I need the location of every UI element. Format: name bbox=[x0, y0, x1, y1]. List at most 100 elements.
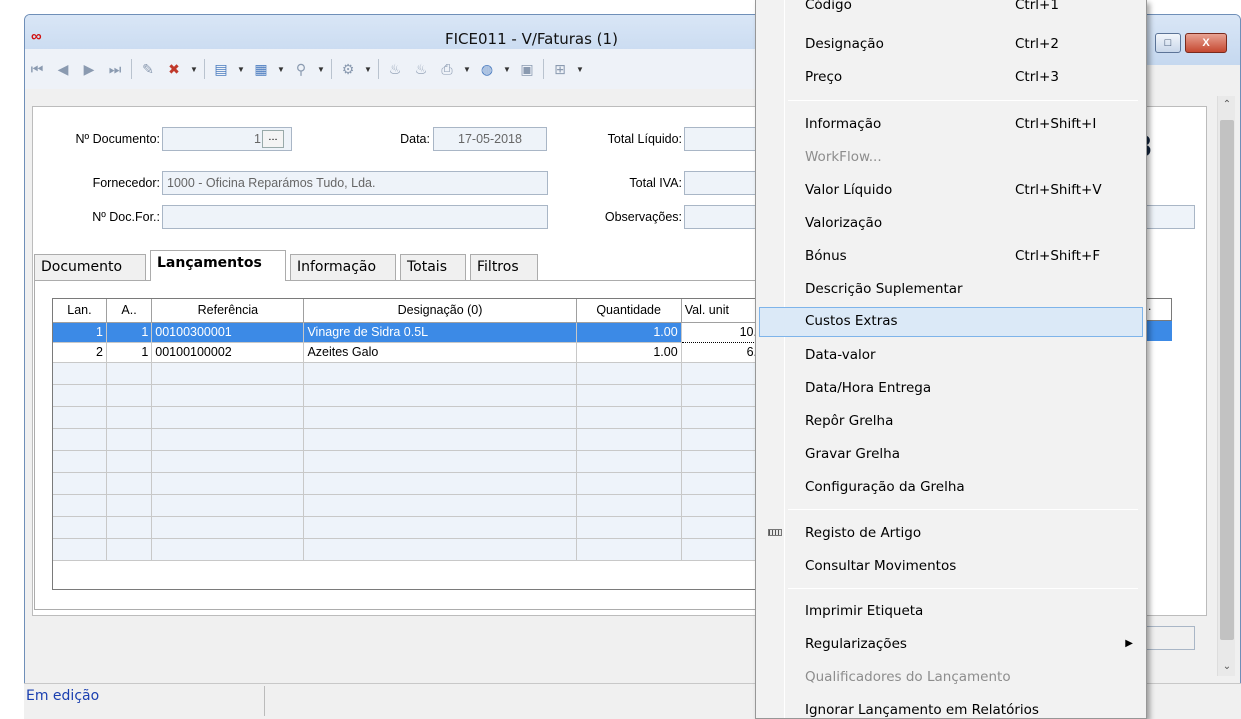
tab-lancamentos[interactable]: Lançamentos bbox=[150, 250, 286, 281]
col-header-val-unit[interactable]: Val. unit bbox=[681, 299, 761, 323]
menu-item-consultar-movimentos[interactable]: Consultar Movimentos bbox=[759, 552, 1143, 582]
cell-referencia[interactable]: 00100300001 bbox=[151, 322, 305, 343]
edit-icon[interactable]: ▤ bbox=[211, 59, 231, 79]
tree-icon[interactable]: ⊞ bbox=[550, 59, 570, 79]
table-row-empty[interactable] bbox=[53, 384, 761, 407]
cell-designacao[interactable]: Azeites Galo bbox=[303, 342, 577, 363]
search-binoculars-icon[interactable]: ⚲ bbox=[291, 59, 311, 79]
menu-item-registo-artigo[interactable]: Registo de Artigo bbox=[759, 519, 1143, 549]
col-header-designacao[interactable]: Designação (0) bbox=[303, 299, 577, 323]
chevron-down-icon[interactable]: ▼ bbox=[576, 65, 584, 74]
chevron-down-icon[interactable]: ▼ bbox=[317, 65, 325, 74]
menu-item-preco[interactable]: Preço Ctrl+3 bbox=[759, 63, 1143, 93]
menu-item-valor-liquido[interactable]: Valor Líquido Ctrl+Shift+V bbox=[759, 176, 1143, 206]
table-row-empty[interactable] bbox=[53, 406, 761, 429]
menu-shortcut: Ctrl+Shift+I bbox=[1015, 116, 1097, 132]
menu-item-imprimir-etiqueta[interactable]: Imprimir Etiqueta bbox=[759, 597, 1143, 627]
last-record-icon[interactable]: ⏭ bbox=[105, 59, 125, 79]
date-field[interactable]: 17-05-2018 bbox=[433, 127, 547, 151]
total-net-field[interactable] bbox=[684, 127, 764, 151]
cell-quantidade[interactable]: 1.00 bbox=[576, 322, 682, 343]
menu-item-codigo[interactable]: Código Ctrl+1 bbox=[759, 0, 1143, 21]
export-icon[interactable]: ▣ bbox=[517, 59, 537, 79]
col-header-quantidade[interactable]: Quantidade bbox=[576, 299, 682, 323]
cell-designacao[interactable]: Vinagre de Sidra 0.5L bbox=[303, 322, 577, 343]
chevron-down-icon[interactable]: ▼ bbox=[237, 65, 245, 74]
scroll-up-icon[interactable]: ⌃ bbox=[1218, 96, 1236, 114]
menu-item-designacao[interactable]: Designação Ctrl+2 bbox=[759, 30, 1143, 60]
cell-val-unit[interactable]: 10. bbox=[680, 321, 761, 343]
barcode-icon bbox=[768, 529, 782, 536]
menu-item-valorizacao[interactable]: Valorização bbox=[759, 209, 1143, 239]
menu-item-regularizacoes[interactable]: Regularizações ▶ bbox=[759, 630, 1143, 660]
col-header-a[interactable]: A.. bbox=[106, 299, 153, 323]
delete-icon[interactable]: ✖ bbox=[164, 59, 184, 79]
stamp-down-icon[interactable]: ♨ bbox=[411, 59, 431, 79]
table-row-empty[interactable] bbox=[53, 494, 761, 517]
globe-icon[interactable]: ◍ bbox=[477, 59, 497, 79]
table-row-empty[interactable] bbox=[53, 362, 761, 385]
tab-documento[interactable]: Documento bbox=[34, 254, 146, 280]
stamp-icon[interactable]: ♨ bbox=[385, 59, 405, 79]
cell-lan[interactable]: 2 bbox=[53, 342, 107, 363]
action-button[interactable] bbox=[1140, 626, 1195, 650]
doc-picker-button[interactable]: ... bbox=[262, 130, 284, 148]
menu-label: Imprimir Etiqueta bbox=[805, 603, 924, 619]
chevron-down-icon[interactable]: ▼ bbox=[503, 65, 511, 74]
table-row-empty[interactable] bbox=[53, 450, 761, 473]
import-icon[interactable]: ▦ bbox=[251, 59, 271, 79]
cell-quantidade[interactable]: 1.00 bbox=[576, 342, 682, 363]
menu-item-data-hora-entrega[interactable]: Data/Hora Entrega bbox=[759, 374, 1143, 404]
menu-label: Código bbox=[805, 0, 852, 13]
cell-a[interactable]: 1 bbox=[106, 322, 153, 343]
close-button[interactable]: X bbox=[1185, 33, 1227, 53]
chevron-down-icon[interactable]: ▼ bbox=[190, 65, 198, 74]
menu-item-informacao[interactable]: Informação Ctrl+Shift+I bbox=[759, 110, 1143, 140]
menu-item-ignorar-lancamento[interactable]: Ignorar Lançamento em Relatórios bbox=[759, 696, 1143, 718]
previous-record-icon[interactable]: ◀ bbox=[53, 59, 73, 79]
tab-totais[interactable]: Totais bbox=[400, 254, 466, 280]
table-row[interactable]: 1 1 00100300001 Vinagre de Sidra 0.5L 1.… bbox=[53, 321, 761, 343]
maximize-button[interactable]: □ bbox=[1155, 33, 1181, 53]
cell-val-unit[interactable]: 6. bbox=[681, 342, 761, 363]
next-record-icon[interactable]: ▶ bbox=[79, 59, 99, 79]
menu-item-repor-grelha[interactable]: Repôr Grelha bbox=[759, 407, 1143, 437]
col-header-lan[interactable]: Lan. bbox=[53, 299, 107, 323]
entries-grid[interactable]: Lan. A.. Referência Designação (0) Quant… bbox=[52, 298, 762, 590]
menu-item-custos-extras[interactable]: Custos Extras bbox=[759, 307, 1143, 337]
col-header-referencia[interactable]: Referência bbox=[151, 299, 305, 323]
table-row-empty[interactable] bbox=[53, 428, 761, 451]
cell-referencia[interactable]: 00100100002 bbox=[151, 342, 305, 363]
supplier-field[interactable]: 1000 - Oficina Reparámos Tudo, Lda. bbox=[162, 171, 548, 195]
menu-separator bbox=[788, 509, 1138, 510]
scroll-down-icon[interactable]: ⌄ bbox=[1218, 658, 1236, 676]
new-document-icon[interactable]: ✎ bbox=[138, 59, 158, 79]
cell-a[interactable]: 1 bbox=[106, 342, 153, 363]
table-row-empty[interactable] bbox=[53, 538, 761, 561]
table-row-empty[interactable] bbox=[53, 516, 761, 539]
scroll-thumb[interactable] bbox=[1220, 120, 1234, 640]
chevron-down-icon[interactable]: ▼ bbox=[277, 65, 285, 74]
table-row-empty[interactable] bbox=[53, 472, 761, 495]
menu-item-gravar-grelha[interactable]: Gravar Grelha bbox=[759, 440, 1143, 470]
supplier-doc-label: Nº Doc.For.: bbox=[92, 210, 160, 224]
supplier-doc-field[interactable] bbox=[162, 205, 548, 229]
menu-item-data-valor[interactable]: Data-valor bbox=[759, 341, 1143, 371]
menu-item-descricao-suplementar[interactable]: Descrição Suplementar bbox=[759, 275, 1143, 305]
observations-field-end[interactable] bbox=[1140, 205, 1195, 229]
menu-item-configuracao-grelha[interactable]: Configuração da Grelha bbox=[759, 473, 1143, 503]
first-record-icon[interactable]: ⏮ bbox=[27, 59, 47, 79]
vertical-scrollbar[interactable]: ⌃ ⌄ bbox=[1217, 96, 1235, 676]
chevron-down-icon[interactable]: ▼ bbox=[364, 65, 372, 74]
total-vat-field[interactable] bbox=[684, 171, 764, 195]
print-icon[interactable]: ⎙ bbox=[437, 59, 457, 79]
observations-field[interactable] bbox=[684, 205, 764, 229]
grid-selected-row-end[interactable] bbox=[1146, 321, 1172, 341]
workflow-icon[interactable]: ⚙ bbox=[338, 59, 358, 79]
tab-filtros[interactable]: Filtros bbox=[470, 254, 538, 280]
chevron-down-icon[interactable]: ▼ bbox=[463, 65, 471, 74]
table-row[interactable]: 2 1 00100100002 Azeites Galo 1.00 6. bbox=[53, 342, 761, 363]
tab-informacao[interactable]: Informação bbox=[290, 254, 396, 280]
menu-item-bonus[interactable]: Bónus Ctrl+Shift+F bbox=[759, 242, 1143, 272]
cell-lan[interactable]: 1 bbox=[53, 322, 107, 343]
